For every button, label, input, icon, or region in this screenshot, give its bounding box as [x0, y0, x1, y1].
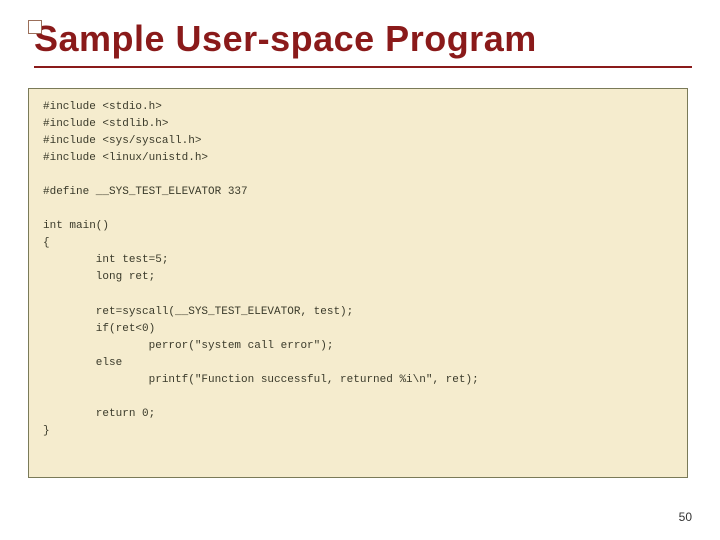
code-block: #include <stdio.h> #include <stdlib.h> #… — [28, 88, 688, 478]
page-number: 50 — [679, 510, 692, 524]
title-underline — [34, 66, 692, 68]
title-wrap: Sample User-space Program — [28, 18, 692, 68]
slide-title: Sample User-space Program — [34, 18, 692, 60]
title-accent-square — [28, 20, 42, 34]
slide-container: Sample User-space Program #include <stdi… — [0, 0, 720, 540]
